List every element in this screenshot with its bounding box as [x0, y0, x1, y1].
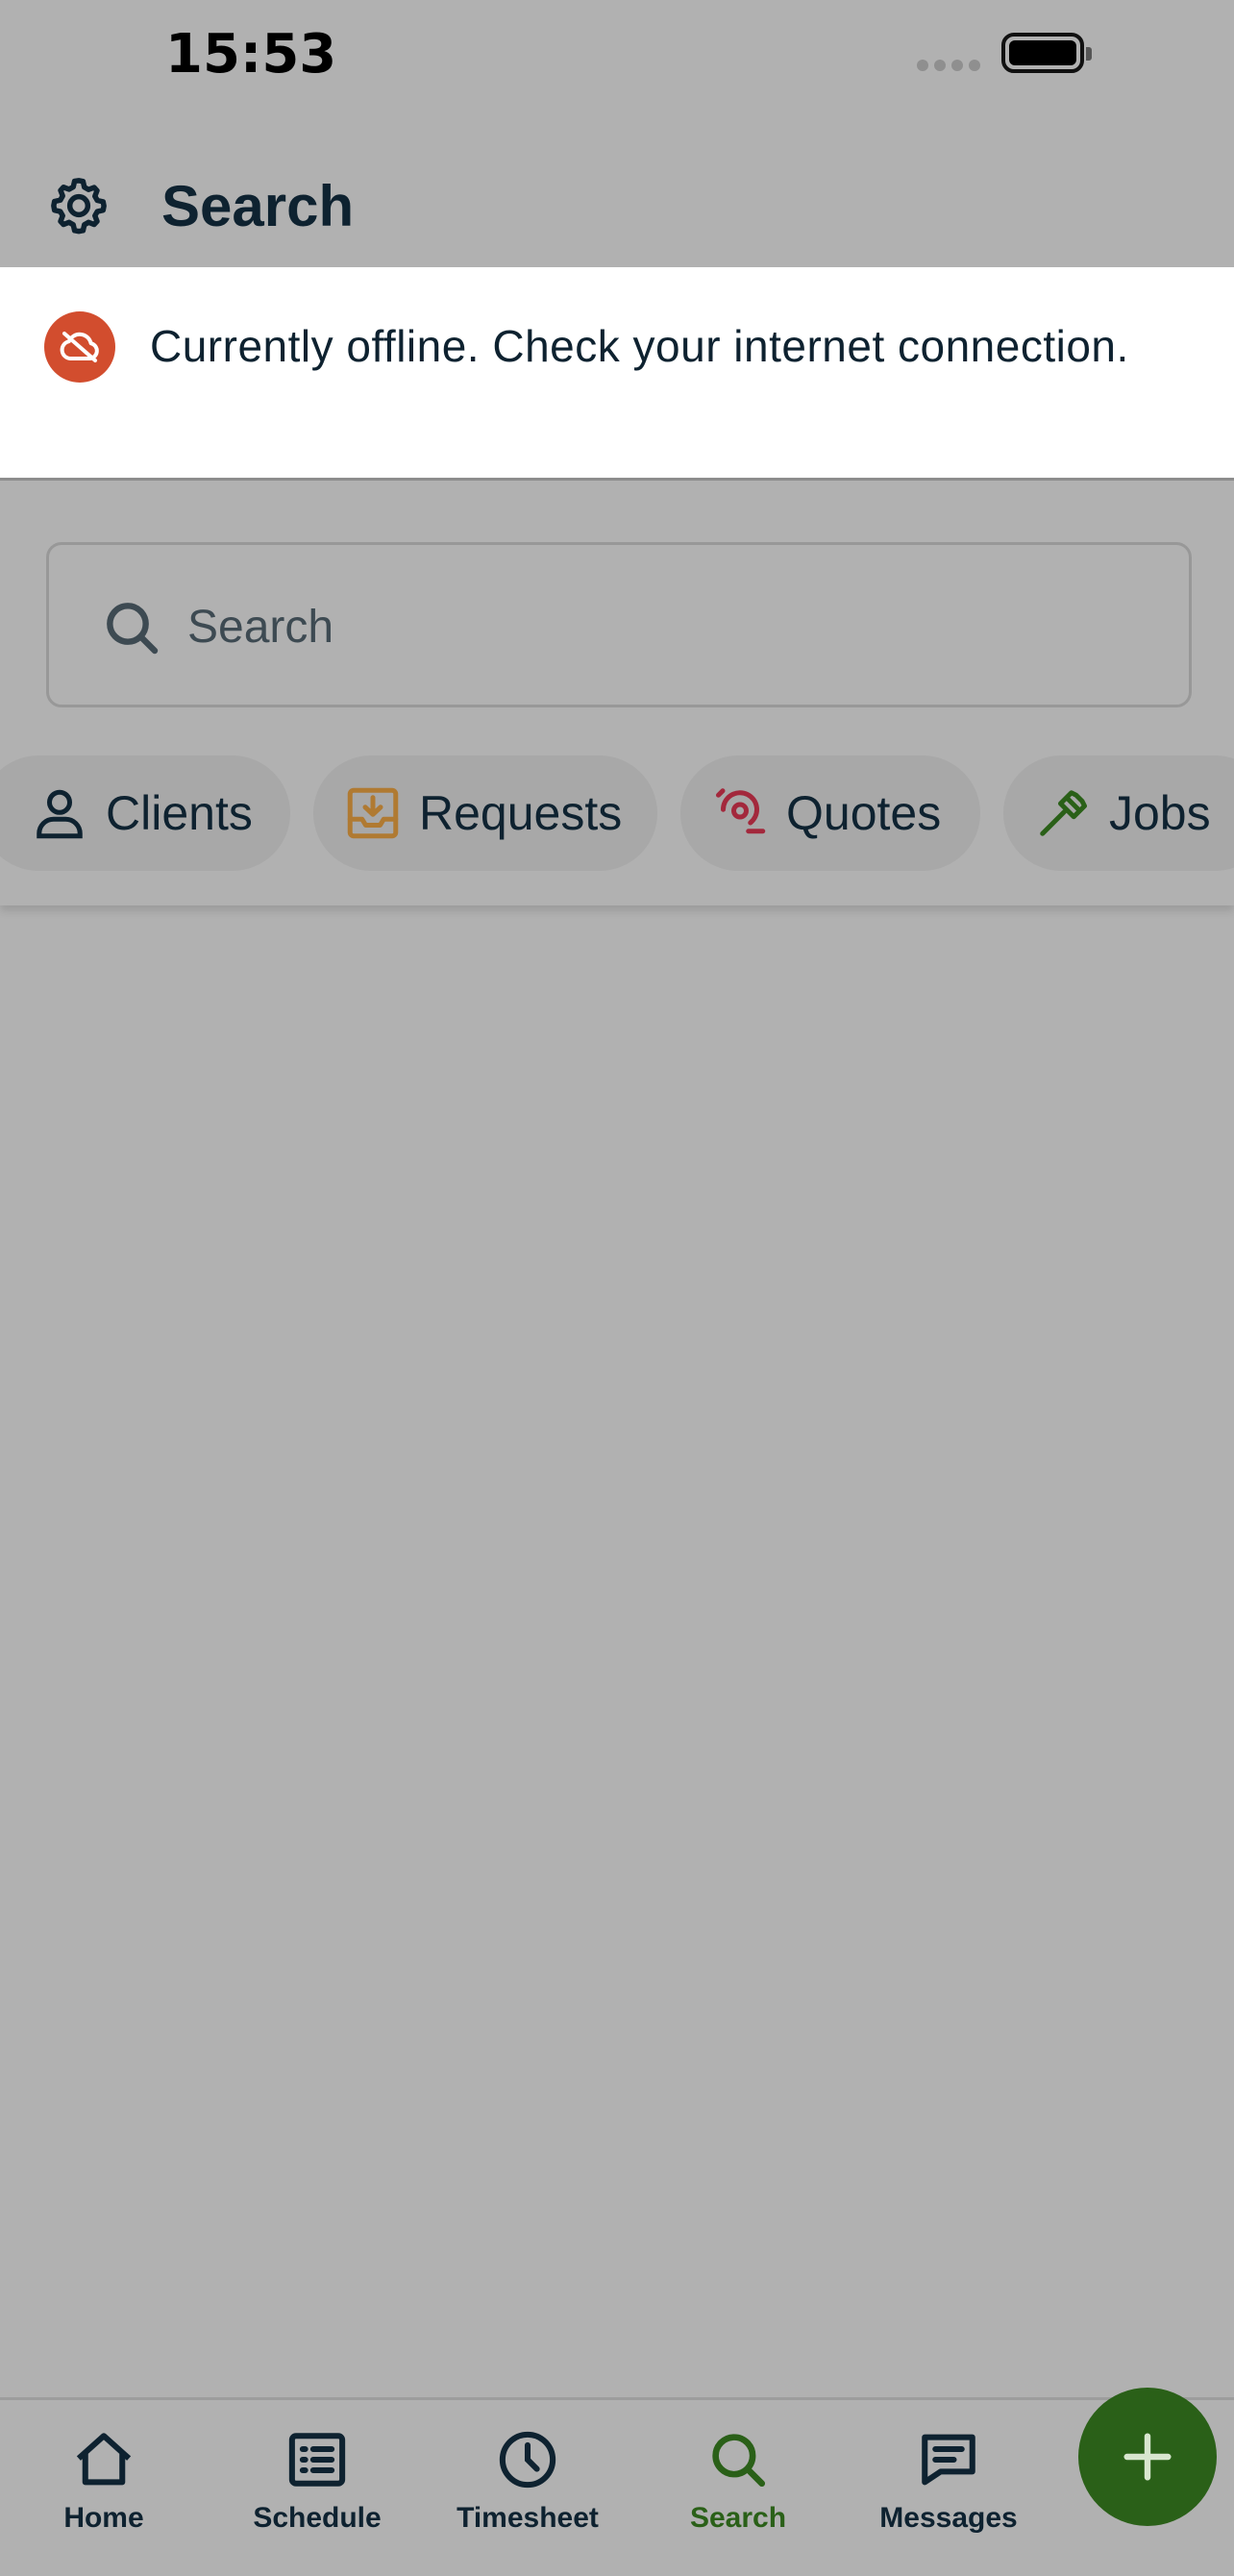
- filter-chip-label: Clients: [106, 786, 253, 840]
- nav-label: Timesheet: [457, 2502, 599, 2534]
- filter-chip-jobs[interactable]: Jobs: [1003, 755, 1234, 871]
- schedule-list-icon: [283, 2425, 352, 2494]
- offline-banner: Currently offline. Check your internet c…: [0, 267, 1234, 481]
- nav-item-messages[interactable]: Messages: [852, 2425, 1045, 2540]
- filter-chip-quotes[interactable]: Quotes: [680, 755, 980, 871]
- search-icon: [703, 2425, 773, 2494]
- filter-chip-requests[interactable]: Requests: [313, 755, 657, 871]
- search-input[interactable]: [187, 583, 1148, 670]
- bottom-navigation: Home Schedule Timesheet Search Messages: [0, 2397, 1234, 2576]
- filter-chip-label: Jobs: [1109, 786, 1211, 840]
- nav-item-search[interactable]: Search: [642, 2425, 834, 2540]
- create-button[interactable]: [1078, 2388, 1217, 2526]
- home-icon: [69, 2425, 138, 2494]
- nav-label: Home: [63, 2502, 144, 2534]
- search-icon: [107, 603, 159, 655]
- quote-icon: [711, 784, 769, 842]
- cloud-off-icon: [44, 311, 115, 383]
- status-bar: 15:53: [0, 0, 1234, 115]
- clock-icon: [493, 2425, 562, 2494]
- person-icon: [31, 784, 88, 842]
- app-header: Search: [0, 154, 1234, 267]
- settings-button[interactable]: [44, 171, 113, 240]
- inbox-download-icon: [344, 784, 402, 842]
- nav-item-schedule[interactable]: Schedule: [221, 2425, 413, 2540]
- search-panel: Clients Requests Quotes: [0, 481, 1234, 905]
- plus-icon: [1123, 2433, 1172, 2481]
- filter-chips: Clients Requests Quotes Jobs: [0, 755, 1234, 871]
- signal-icon: [917, 60, 980, 71]
- filter-chip-clients[interactable]: Clients: [0, 755, 290, 871]
- status-time: 15:53: [165, 23, 337, 86]
- nav-label: Search: [689, 2502, 787, 2534]
- message-icon: [914, 2425, 983, 2494]
- page-title: Search: [161, 174, 355, 238]
- offline-message: Currently offline. Check your internet c…: [150, 321, 1129, 371]
- gear-icon: [51, 178, 107, 235]
- nav-item-timesheet[interactable]: Timesheet: [432, 2425, 624, 2540]
- nav-label: Schedule: [253, 2502, 382, 2534]
- filter-chip-label: Quotes: [786, 786, 942, 840]
- battery-icon: [1001, 33, 1092, 73]
- nav-item-home[interactable]: Home: [8, 2425, 200, 2540]
- nav-label: Messages: [879, 2502, 1018, 2534]
- hammer-icon: [1034, 784, 1092, 842]
- search-field[interactable]: [46, 542, 1192, 707]
- filter-chip-label: Requests: [419, 786, 623, 840]
